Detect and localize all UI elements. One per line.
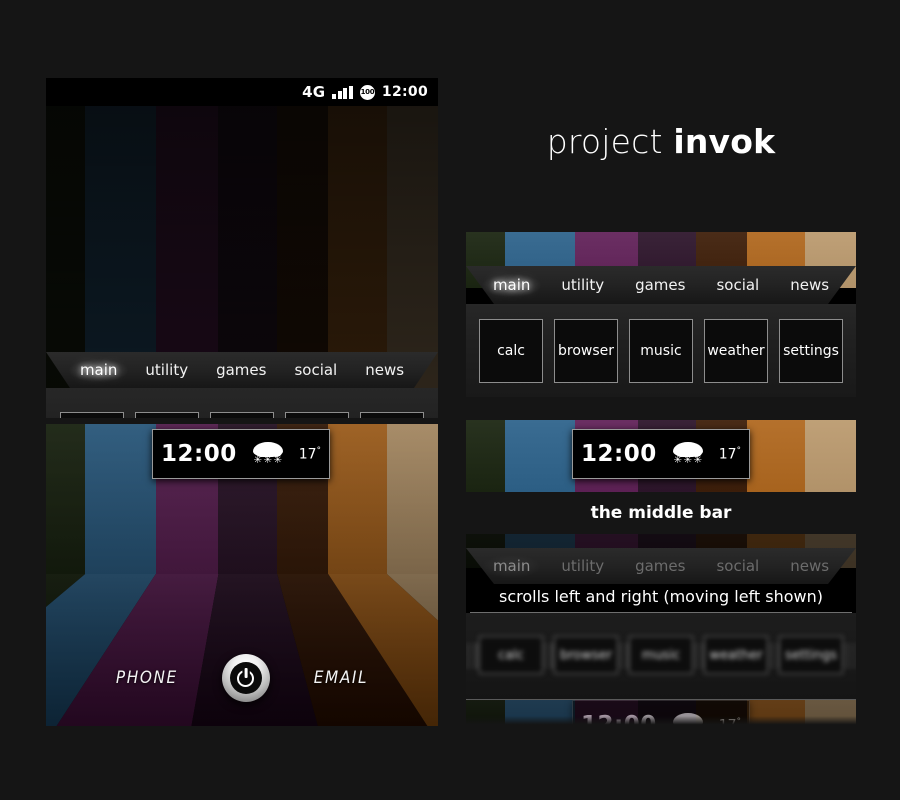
app-button-blurred-music: music <box>629 636 693 674</box>
screenshot-root: 4G 100 12:00 main utility games social news … <box>0 0 900 800</box>
tab-news[interactable]: news <box>786 556 833 576</box>
status-bar: 4G 100 12:00 <box>46 78 438 106</box>
tab-shelf-scroll: main utility games social news <box>466 548 856 584</box>
app-button-blurred-weather: weather <box>704 636 768 674</box>
app-button-browser[interactable]: browser <box>135 411 199 418</box>
snow-cloud-icon: ✳✳✳ <box>252 441 283 467</box>
app-drawer-detail: calc browser music weather settings <box>466 304 856 397</box>
app-button-weather[interactable]: weather <box>704 318 768 383</box>
tab-news[interactable]: news <box>361 360 408 380</box>
wallpaper-stripe <box>505 420 576 492</box>
signal-bars-icon <box>332 85 353 99</box>
title-word-invok: invok <box>673 122 776 161</box>
motion-blur-region: calc browser music weather settings <box>466 613 856 699</box>
power-button-icon[interactable] <box>221 654 270 702</box>
app-button-settings[interactable]: settings <box>779 318 843 383</box>
app-button-music[interactable]: music <box>629 318 693 383</box>
app-button-blurred-browser: browser <box>554 636 618 674</box>
scroll-divider-top <box>470 612 852 613</box>
tab-bar[interactable]: main utility games social news <box>46 352 438 388</box>
widget-clock: 12:00 <box>581 441 657 467</box>
tab-games[interactable]: games <box>212 360 270 380</box>
widget-temperature: 17° <box>719 446 741 463</box>
caption-middle-bar: the middle bar <box>590 503 732 523</box>
detail-panel-scrolling: main utility games social news scrolls left … <box>466 534 856 726</box>
app-button-blurred-settings: settings <box>779 636 843 674</box>
tab-news[interactable]: news <box>786 275 833 295</box>
app-button-settings[interactable]: settings <box>360 411 424 418</box>
widget-clock: 12:00 <box>161 441 237 467</box>
wallpaper-stripe <box>746 420 806 492</box>
app-button-music[interactable]: music <box>210 411 274 418</box>
snowflake-glyph: ✳ <box>693 455 703 467</box>
snowflake-glyph: ✳ <box>683 455 693 467</box>
wallpaper-stripe <box>466 420 505 492</box>
phone-preview-top: 4G 100 12:00 main utility games social news … <box>46 78 438 418</box>
snowflakes: ✳ ✳ ✳ <box>253 455 283 466</box>
tab-main[interactable]: main <box>76 360 121 380</box>
tab-social[interactable]: social <box>712 556 763 576</box>
app-button-blurred-calc: calc <box>479 636 543 674</box>
detail-panel-app-drawer: main utility games social news calc browser mu… <box>466 232 856 397</box>
tab-bar-detail[interactable]: main utility games social news <box>466 266 856 304</box>
app-drawer-motion-blur: calc browser music weather settings <box>466 635 856 675</box>
caption-scroll: scrolls left and right (moving left show… <box>499 587 823 606</box>
app-button-calc[interactable]: calc <box>479 318 543 383</box>
snowflakes: ✳ ✳ ✳ <box>673 455 703 466</box>
title-word-project: project <box>546 122 663 161</box>
clock-weather-widget[interactable]: 12:00 ✳ ✳ ✳ 17° <box>152 429 330 479</box>
power-stem <box>244 668 248 678</box>
tab-shelf-detail: main utility games social news <box>466 266 856 304</box>
temperature-value: 17 <box>718 446 737 463</box>
app-button-browser[interactable]: browser <box>554 318 618 383</box>
dock-email-label[interactable]: EMAIL <box>314 668 368 688</box>
tab-social[interactable]: social <box>290 360 341 380</box>
battery-level-label: 100 <box>360 88 375 96</box>
app-button-calc[interactable]: calc <box>60 411 124 418</box>
dock-phone-label[interactable]: PHONE <box>116 668 178 688</box>
snowflake-glyph: ✳ <box>273 455 283 467</box>
page-title: project invok <box>466 122 856 161</box>
snowflake-glyph: ✳ <box>253 455 263 467</box>
snowflake-glyph: ✳ <box>673 455 683 467</box>
tab-bar-scroll[interactable]: main utility games social news <box>466 548 856 584</box>
tab-shelf-top: main utility games social news <box>46 352 438 388</box>
tab-main[interactable]: main <box>489 275 534 295</box>
phone-preview-bottom: 12:00 ✳ ✳ ✳ 17° PHONE EMAIL <box>46 424 438 726</box>
degree-symbol: ° <box>736 445 741 456</box>
snow-cloud-icon: ✳✳✳ <box>672 441 703 467</box>
wallpaper-stripe <box>805 420 856 492</box>
tab-utility[interactable]: utility <box>557 275 608 295</box>
app-button-weather[interactable]: weather <box>285 411 349 418</box>
status-clock: 12:00 <box>381 84 428 100</box>
bottom-dock: PHONE EMAIL <box>46 630 438 726</box>
snowflake-glyph: ✳ <box>263 455 273 467</box>
fade-out-overlay <box>466 716 856 726</box>
degree-symbol: ° <box>316 445 321 456</box>
tab-utility[interactable]: utility <box>557 556 608 576</box>
tab-games[interactable]: games <box>631 556 689 576</box>
tab-social[interactable]: social <box>712 275 763 295</box>
network-label: 4G <box>302 83 326 101</box>
tab-games[interactable]: games <box>631 275 689 295</box>
detail-panel-middle-bar: 12:00 ✳ ✳ ✳ 17° <box>466 420 856 492</box>
battery-circle-icon: 100 <box>359 84 375 100</box>
tab-main[interactable]: main <box>489 556 534 576</box>
clock-weather-widget-detail[interactable]: 12:00 ✳ ✳ ✳ 17° <box>572 429 750 479</box>
temperature-value: 17 <box>298 446 317 463</box>
widget-temperature: 17° <box>299 446 321 463</box>
tab-utility[interactable]: utility <box>141 360 192 380</box>
app-drawer: calc browser music weather settings <box>46 388 438 418</box>
power-button-inner <box>229 662 262 694</box>
